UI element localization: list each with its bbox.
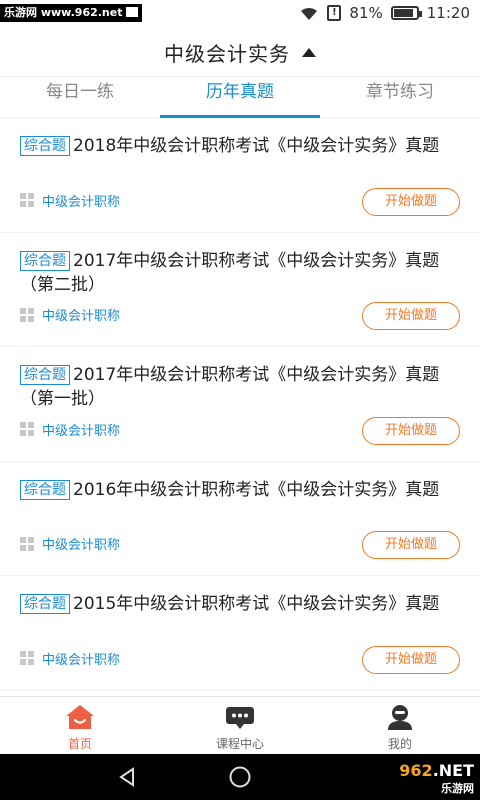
grid-icon [20, 422, 34, 436]
start-button[interactable]: 开始做题 [362, 531, 460, 559]
nav-label: 首页 [67, 737, 92, 751]
item-meta: 中级会计职称 [20, 420, 120, 439]
tab-bar: 每日一练 历年真题 章节练习 [0, 76, 480, 118]
site-logo: 962.NET 乐游网 [399, 761, 474, 795]
start-button[interactable]: 开始做题 [362, 187, 460, 216]
nav-home[interactable]: 首页 [0, 697, 160, 754]
battery-percent: 81% [349, 4, 383, 22]
start-button[interactable]: 开始做题 [362, 416, 460, 445]
item-meta: 中级会计职称 [20, 534, 120, 553]
nav-label: 我的 [387, 737, 412, 751]
category-label: 中级会计职称 [42, 538, 121, 553]
back-icon[interactable] [116, 766, 138, 788]
list-item[interactable]: 综合题 2016年中级会计职称考试《中级会计实务》真题 中级会计职称 开始做题 [0, 462, 480, 576]
type-tag: 综合题 [20, 136, 70, 156]
list-item[interactable]: 综合题 2017年中级会计职称考试《中级会计实务》真题（第一批） 中级会计职称 开… [0, 347, 480, 462]
type-tag: 综合题 [20, 365, 70, 385]
tab-daily-practice[interactable]: 每日一练 [0, 77, 160, 117]
home-circle-icon[interactable] [228, 765, 252, 789]
start-button[interactable]: 开始做题 [362, 302, 460, 330]
status-icons: ! 81% 11:20 [299, 4, 470, 22]
bottom-nav: 首页 课程中心 我的 [0, 696, 480, 754]
triangle-up-icon[interactable] [302, 47, 316, 57]
list-item[interactable]: 综合题 2015年中级会计职称考试《中级会计实务》真题 中级会计职称 开始做题 [0, 576, 480, 691]
wifi-icon [301, 7, 318, 21]
grid-icon [20, 307, 34, 322]
type-tag: 综合题 [20, 594, 70, 614]
category-label: 中级会计职称 [42, 652, 121, 668]
page-title[interactable]: 中级会计实务 [164, 38, 290, 67]
tab-chapter-practice[interactable]: 章节练习 [320, 77, 480, 117]
recent-apps-placeholder [342, 766, 364, 788]
list-item[interactable]: 综合题 2017年中级会计职称考试《中级会计实务》真题（第二批） 中级会计职称 开… [0, 233, 480, 347]
system-nav-bar: 962.NET 乐游网 [0, 754, 480, 800]
nav-profile[interactable]: 我的 [320, 697, 480, 754]
item-title[interactable]: 综合题 2017年中级会计职称考试《中级会计实务》真题（第一批） [20, 363, 460, 411]
item-meta: 中级会计职称 [20, 191, 120, 210]
item-title[interactable]: 综合题 2018年中级会计职称考试《中级会计实务》真题 [20, 134, 460, 158]
item-title[interactable]: 综合题 2017年中级会计职称考试《中级会计实务》真题（第二批） [20, 249, 460, 297]
grid-icon [20, 651, 34, 665]
header[interactable]: 中级会计实务 [0, 28, 480, 76]
type-tag: 综合题 [20, 479, 70, 500]
start-button[interactable]: 开始做题 [362, 645, 460, 674]
status-bar: 乐游网 www.962.net ! 81% 11:20 [0, 0, 480, 28]
tab-past-exams[interactable]: 历年真题 [160, 77, 320, 118]
profile-icon [388, 705, 412, 730]
battery-alert-icon: ! [327, 5, 342, 21]
category-label: 中级会计职称 [42, 423, 121, 439]
battery-icon [390, 6, 422, 20]
category-label: 中级会计职称 [42, 309, 121, 324]
list-item[interactable]: 综合题 2018年中级会计职称考试《中级会计实务》真题 中级会计职称 开始做题 [0, 118, 480, 233]
item-meta: 中级会计职称 [20, 649, 120, 668]
clock: 11:20 [426, 4, 470, 22]
exam-list[interactable]: 综合题 2018年中级会计职称考试《中级会计实务》真题 中级会计职称 开始做题 综… [0, 118, 480, 696]
grid-icon [20, 536, 34, 551]
type-tag: 综合题 [20, 250, 70, 271]
item-meta: 中级会计职称 [20, 305, 120, 324]
watermark: 乐游网 www.962.net [0, 4, 143, 22]
item-title[interactable]: 综合题 2015年中级会计职称考试《中级会计实务》真题 [20, 592, 460, 616]
category-label: 中级会计职称 [42, 194, 121, 210]
home-icon [66, 705, 94, 729]
grid-icon [20, 193, 34, 207]
nav-label: 课程中心 [215, 737, 264, 751]
nav-course-center[interactable]: 课程中心 [160, 697, 320, 754]
course-icon [226, 707, 254, 729]
image-icon [126, 7, 139, 17]
item-title[interactable]: 综合题 2016年中级会计职称考试《中级会计实务》真题 [20, 478, 460, 502]
